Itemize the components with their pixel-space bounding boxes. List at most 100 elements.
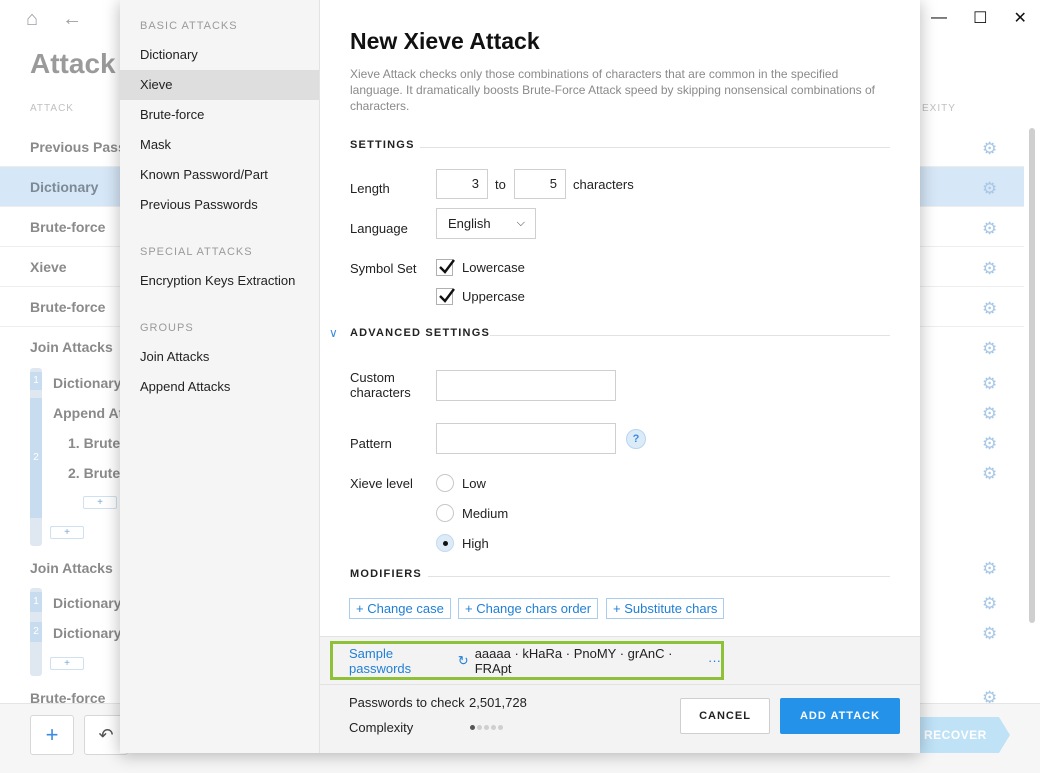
bg-row-label: Brute-force (30, 298, 106, 315)
advanced-divider (490, 335, 890, 336)
bg-row-label: Xieve (30, 258, 67, 275)
nav-item-mask[interactable]: Mask (120, 130, 319, 160)
bg-page-title: Attack (30, 48, 116, 79)
new-attack-dialog: BASIC ATTACKS Dictionary Xieve Brute-for… (120, 0, 920, 753)
complexity-label: Complexity (349, 720, 414, 735)
passwords-to-check-value: 2,501,728 (469, 695, 527, 710)
recover-button[interactable]: RECOVER (918, 717, 1010, 753)
length-to-text: to (495, 177, 506, 192)
level-medium-radio[interactable] (436, 504, 454, 522)
gear-icon[interactable]: ⚙ (982, 624, 997, 644)
gear-icon[interactable]: ⚙ (982, 339, 997, 359)
pattern-label: Pattern (350, 436, 392, 451)
length-from-input[interactable]: 3 (436, 169, 488, 199)
scrollbar[interactable] (1029, 128, 1035, 623)
modifiers-header: MODIFIERS (350, 568, 422, 580)
uppercase-checkbox[interactable] (436, 288, 455, 305)
change-chars-order-button[interactable]: + Change chars order (458, 598, 599, 619)
change-case-button[interactable]: + Change case (349, 598, 451, 619)
bg-column-attack: ATTACK (30, 103, 74, 114)
bg-row-label: Join Attacks (30, 339, 113, 355)
footer-divider (320, 684, 920, 685)
refresh-icon[interactable]: ↻ (458, 653, 469, 669)
nav-item-dictionary[interactable]: Dictionary (120, 40, 319, 70)
bg-rail-number: 2 (30, 398, 42, 518)
gear-icon[interactable]: ⚙ (982, 259, 997, 279)
bg-row-label: Dictionary (30, 178, 99, 195)
bg-sub-item: 1. Brute- (68, 435, 125, 451)
level-medium-label: Medium (462, 506, 509, 521)
substitute-chars-button[interactable]: + Substitute chars (606, 598, 725, 619)
nav-item-encryption-keys[interactable]: Encryption Keys Extraction (120, 266, 319, 296)
settings-divider (420, 147, 890, 148)
bg-sub-item: Append At (53, 405, 124, 421)
nav-item-previous-passwords[interactable]: Previous Passwords (120, 190, 319, 220)
nav-item-join-attacks[interactable]: Join Attacks (120, 342, 319, 372)
more-samples-button[interactable]: ··· (708, 653, 721, 668)
gear-icon[interactable]: ⚙ (982, 434, 997, 454)
add-attack-button[interactable]: + (30, 715, 74, 755)
close-icon[interactable]: ✕ (1014, 8, 1027, 28)
gear-icon[interactable]: ⚙ (982, 594, 997, 614)
language-select[interactable]: English ⌵ (436, 208, 536, 239)
gear-icon[interactable]: ⚙ (982, 464, 997, 484)
bg-add-button[interactable]: + (50, 526, 84, 539)
lowercase-checkbox[interactable] (436, 259, 455, 276)
nav-section-groups: GROUPS (140, 322, 194, 334)
minimize-icon[interactable]: — (931, 9, 947, 27)
cancel-button[interactable]: CANCEL (680, 698, 770, 734)
nav-item-known-password[interactable]: Known Password/Part (120, 160, 319, 190)
gear-icon[interactable]: ⚙ (982, 219, 997, 239)
advanced-settings-header[interactable]: ADVANCED SETTINGS (350, 327, 490, 339)
bg-group-label: Join Attacks (30, 560, 113, 576)
complexity-dot (484, 725, 489, 730)
bg-sub-item: Dictionary (53, 625, 122, 641)
bg-rail-number: 1 (30, 372, 42, 390)
lowercase-label: Lowercase (462, 260, 525, 275)
complexity-dot (470, 725, 475, 730)
maximize-icon[interactable]: ☐ (973, 8, 987, 28)
language-label: Language (350, 221, 408, 236)
gear-icon[interactable]: ⚙ (982, 559, 997, 579)
bg-rail-number: 1 (30, 592, 42, 612)
bg-sub-item: Dictionary (53, 595, 122, 611)
nav-section-basic: BASIC ATTACKS (140, 20, 238, 32)
dialog-footer: Sample passwords ↻ aaaaa · kHaRa · PnoMY… (320, 636, 920, 753)
back-arrow-icon[interactable]: ← (62, 8, 82, 31)
length-to-input[interactable]: 5 (514, 169, 566, 199)
gear-icon[interactable]: ⚙ (982, 139, 997, 159)
bg-add-button[interactable]: + (50, 657, 84, 670)
home-icon[interactable]: ⌂ (26, 8, 38, 31)
gear-icon[interactable]: ⚙ (982, 299, 997, 319)
checkmark-icon (439, 288, 455, 303)
custom-characters-input[interactable] (436, 370, 616, 401)
modifiers-divider (428, 576, 890, 577)
pattern-input[interactable] (436, 423, 616, 454)
nav-group-basic: Dictionary Xieve Brute-force Mask Known … (120, 40, 319, 220)
level-high-radio[interactable] (436, 534, 454, 552)
passwords-to-check-label: Passwords to check (349, 695, 465, 710)
gear-icon[interactable]: ⚙ (982, 374, 997, 394)
nav-item-brute-force[interactable]: Brute-force (120, 100, 319, 130)
attack-settings-panel: New Xieve Attack Xieve Attack checks onl… (320, 0, 920, 753)
bg-rail-number: 2 (30, 622, 42, 642)
sample-passwords-link[interactable]: Sample passwords (349, 646, 454, 676)
sample-passwords-values: aaaaa · kHaRa · PnoMY · grAnC · FRApt (474, 645, 673, 676)
checkmark-icon (439, 259, 455, 274)
nav-item-append-attacks[interactable]: Append Attacks (120, 372, 319, 402)
language-value: English (448, 216, 491, 231)
nav-item-xieve[interactable]: Xieve (120, 70, 319, 100)
length-unit: characters (573, 177, 634, 192)
level-low-radio[interactable] (436, 474, 454, 492)
chevron-down-icon[interactable]: ∨ (329, 326, 338, 340)
add-attack-button[interactable]: ADD ATTACK (780, 698, 900, 734)
help-icon[interactable]: ? (626, 429, 646, 449)
gear-icon[interactable]: ⚙ (982, 404, 997, 424)
level-high-label: High (462, 536, 489, 551)
level-low-label: Low (462, 476, 486, 491)
bg-add-button[interactable]: + (83, 496, 117, 509)
uppercase-label: Uppercase (462, 289, 525, 304)
nav-group-groups: Join Attacks Append Attacks (120, 342, 319, 402)
gear-icon[interactable]: ⚙ (982, 179, 997, 199)
sample-passwords-box: Sample passwords ↻ aaaaa · kHaRa · PnoMY… (330, 641, 724, 680)
